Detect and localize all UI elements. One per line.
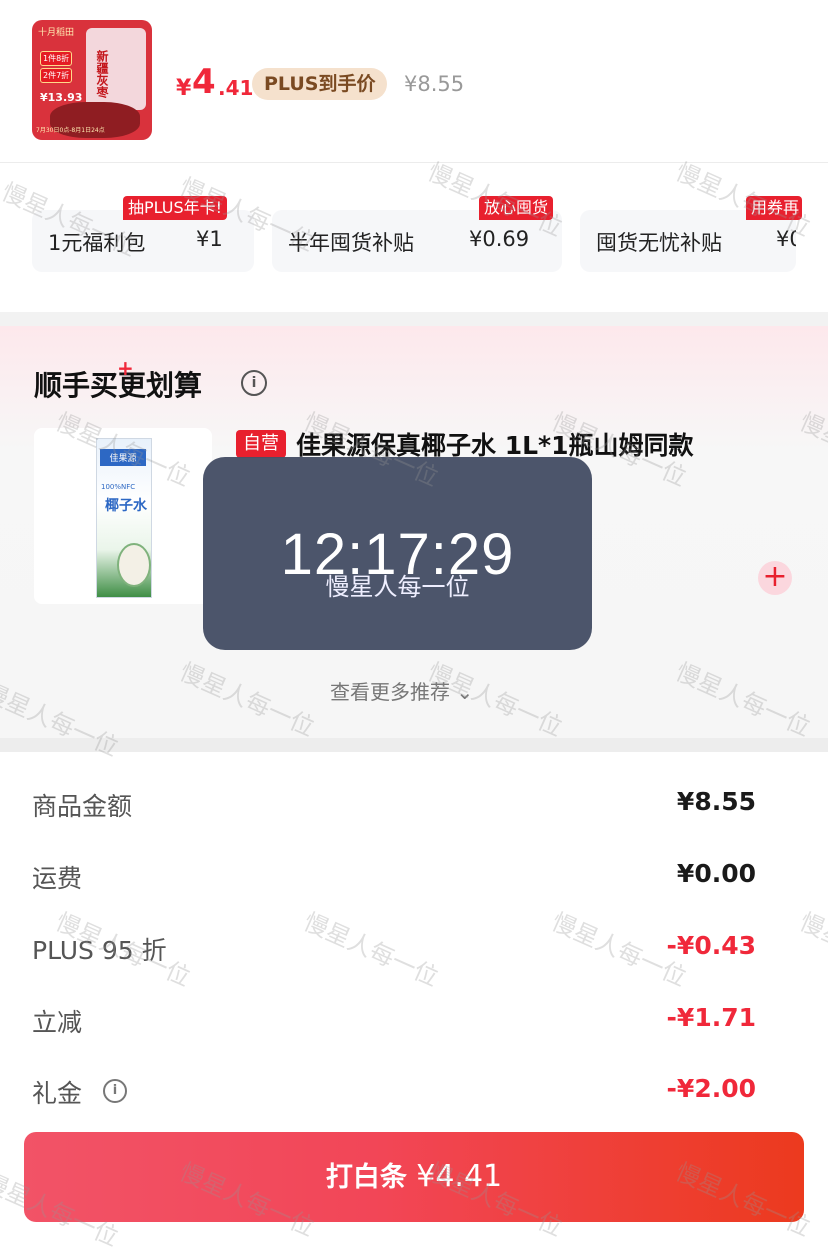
section-separator [0,312,828,326]
thumb-bag-title: 新疆灰枣 [95,50,109,98]
time-toast: 12:17:29 慢星人每一位 [203,457,592,650]
info-icon[interactable]: i [241,370,267,396]
summary-label-goods: 商品金额 [32,792,133,821]
watermark: 慢星人每一位 [299,907,443,992]
add-to-cart-button[interactable]: + [758,561,792,595]
coupon-value: ¥0.69 [469,227,530,251]
summary-value-plus-discount: -¥0.43 [666,931,756,960]
coupon-label: 1元福利包 [48,231,146,255]
addon-product-image[interactable]: 佳果源 100%NFC 椰子水 [34,428,212,604]
summary-label-gift-money: 礼金 [32,1079,83,1108]
carton-nfc: 100%NFC [101,483,136,491]
price-integer: 4 [192,62,216,102]
price-decimal: .41 [218,76,254,100]
watermark: 慢星人每一位 [795,907,828,992]
thumb-promo-text: 十月稻田 [38,28,75,38]
summary-label-plus-discount: PLUS 95 折 [32,936,167,965]
coupon-value: ¥1 [196,227,223,251]
coupon-label: 囤货无忧补贴 [596,231,722,255]
plus-price-tag: PLUS到手价 [252,68,388,100]
product-thumbnail[interactable]: 十月稻田 新疆灰枣 1件8折 2件7折 ¥13.93 7月30日0点-8月1日2… [32,20,152,140]
see-more-label: 查看更多推荐 [330,680,450,704]
summary-label-instant-cut: 立减 [32,1008,83,1037]
coupon-badge: 用券再 [746,196,802,220]
self-operated-tag: 自营 [236,430,286,458]
info-icon[interactable]: i [103,1079,127,1103]
carton-brand: 佳果源 [100,449,146,466]
coupon-badge: 抽PLUS年卡! [123,196,228,220]
toast-watermark: 慢星人每一位 [325,573,470,601]
thumb-deal-2: 2件7折 [40,68,73,83]
chevron-down-icon: ⌄ [456,680,474,704]
coupon-badge: 放心囤货 [479,196,554,220]
pay-amount: ¥4.41 [416,1159,503,1194]
price-currency: ¥ [176,76,192,101]
coupon-label: 半年囤货补贴 [288,231,414,255]
pay-baitiao-button[interactable]: 打白条 ¥4.41 [24,1132,804,1222]
summary-value-gift-money: -¥2.00 [666,1074,756,1103]
thumb-deal-1: 1件8折 [40,51,73,66]
summary-value-goods: ¥8.55 [676,787,756,816]
summary-value-shipping: ¥0.00 [676,859,756,888]
carton-name: 椰子水 [105,498,147,514]
divider [0,162,828,163]
pay-label: 打白条 [325,1162,407,1193]
thumb-period: 7月30日0点-8月1日24点 [36,127,105,134]
coconut-water-carton: 佳果源 100%NFC 椰子水 [96,438,152,598]
addon-title-mark: + [117,356,134,380]
coupon-value: ¥0 [776,227,796,251]
summary-label-shipping: 运费 [32,864,83,893]
original-price: ¥8.55 [404,72,465,96]
summary-value-instant-cut: -¥1.71 [666,1003,756,1032]
coconut-image [117,543,151,587]
see-more-recommendations[interactable]: 查看更多推荐 ⌄ [330,676,473,705]
thumb-bag: 新疆灰枣 [86,28,146,110]
section-separator [0,738,828,752]
